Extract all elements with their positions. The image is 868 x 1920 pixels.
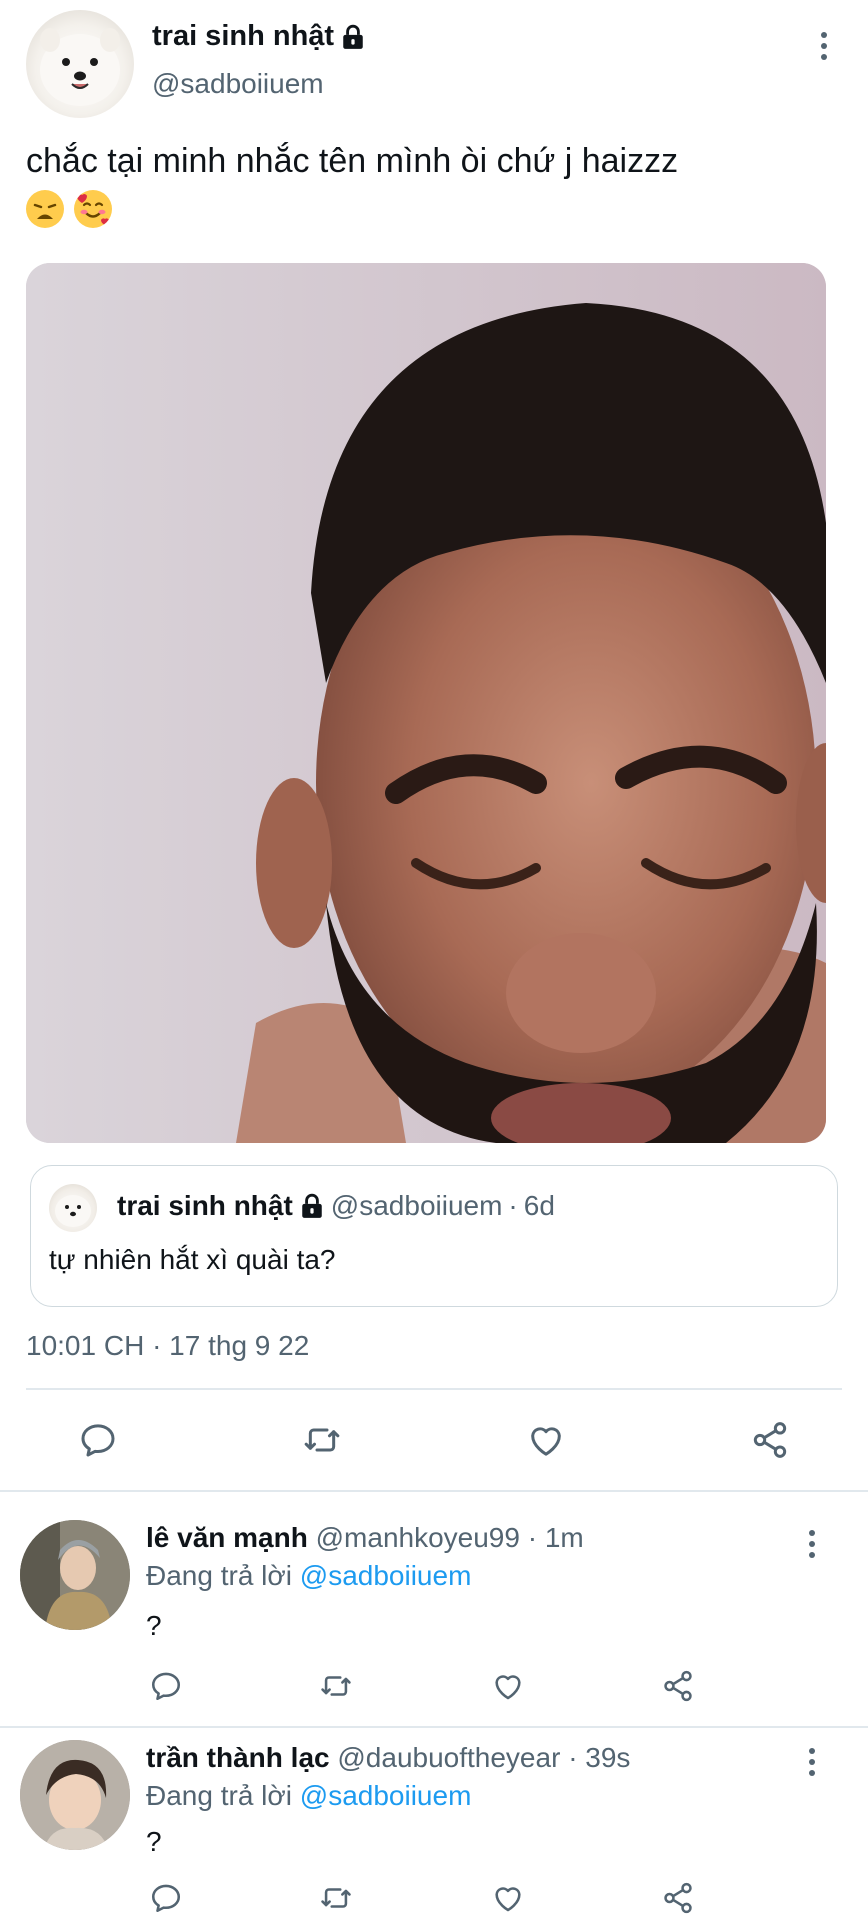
like-icon[interactable] [524,1418,568,1462]
quoted-author-name: trai sinh nhật [117,1190,293,1221]
replying-to-line: Đang trả lời @sadboiiuem [146,1780,471,1812]
reply-avatar[interactable] [20,1740,130,1850]
author-name-row: trai sinh nhật [152,20,366,53]
retweet-icon[interactable] [300,1418,344,1462]
weary-face-emoji-icon [26,190,64,228]
share-icon[interactable] [656,1664,700,1708]
tweet-emojis [26,190,112,228]
reply-avatar[interactable] [20,1520,130,1630]
divider [0,1726,868,1728]
replying-to-mention[interactable]: @sadboiiuem [300,1780,472,1811]
tweet-text: chắc tại minh nhắc tên mình òi chứ j hai… [26,142,679,180]
reply-icon[interactable] [144,1664,188,1708]
reply-age: · 1m [527,1522,584,1553]
reply-text: ? [146,1826,162,1857]
tweet-media-image[interactable] [26,263,826,1143]
reply-header: trần thành lạc @daubuoftheyear · 39s [146,1742,630,1774]
lock-icon [343,24,363,49]
lock-icon [302,1193,322,1218]
author-handle[interactable]: @sadboiiuem [152,68,324,100]
samoyed-dog-image [55,1195,91,1227]
more-options-icon[interactable] [816,28,832,64]
reply-author-name[interactable]: trần thành lạc [146,1742,330,1773]
more-options-icon[interactable] [804,1526,820,1562]
replying-to-line: Đang trả lời @sadboiiuem [146,1560,471,1592]
retweet-icon[interactable] [314,1664,358,1708]
author-avatar[interactable] [26,10,134,118]
quoted-tweet-header: trai sinh nhật @sadboiiuem · 6d [117,1190,555,1222]
quoted-age: 6d [523,1190,555,1221]
replying-to-mention[interactable]: @sadboiiuem [300,1560,472,1591]
share-icon[interactable] [656,1876,700,1920]
user-photo [20,1520,130,1630]
like-icon[interactable] [486,1876,530,1920]
like-icon[interactable] [486,1664,530,1708]
meme-photo [26,263,826,1143]
reply-author-name[interactable]: lê văn mạnh [146,1522,308,1553]
reply-author-handle[interactable]: @daubuoftheyear [337,1742,560,1773]
more-options-icon[interactable] [804,1744,820,1780]
divider [0,1490,868,1492]
reply-text: ? [146,1610,162,1641]
share-icon[interactable] [748,1418,792,1462]
divider [26,1388,842,1390]
user-photo [20,1740,130,1850]
samoyed-dog-image [40,28,120,106]
retweet-icon[interactable] [314,1876,358,1920]
reply-header: lê văn mạnh @manhkoyeu99 · 1m [146,1522,584,1554]
replying-to-label: Đang trả lời [146,1780,300,1811]
tweet-timestamp[interactable]: 10:01 CH · 17 thg 9 22 [26,1330,309,1362]
replying-to-label: Đang trả lời [146,1560,300,1591]
quoted-tweet-card[interactable]: trai sinh nhật @sadboiiuem · 6d tự nhiên… [30,1165,838,1307]
reply-age: · 39s [568,1742,631,1773]
reply-icon[interactable] [76,1418,120,1462]
quoted-author-handle: @sadboiiuem [330,1190,503,1221]
quoted-author-avatar [49,1184,97,1232]
reply-icon[interactable] [144,1876,188,1920]
reply-author-handle[interactable]: @manhkoyeu99 [316,1522,520,1553]
author-name: trai sinh nhật [152,20,335,52]
smiling-face-with-hearts-emoji-icon [74,190,112,228]
quoted-separator: · [508,1190,518,1221]
quoted-tweet-text: tự nhiên hắt xì quài ta? [49,1244,336,1275]
